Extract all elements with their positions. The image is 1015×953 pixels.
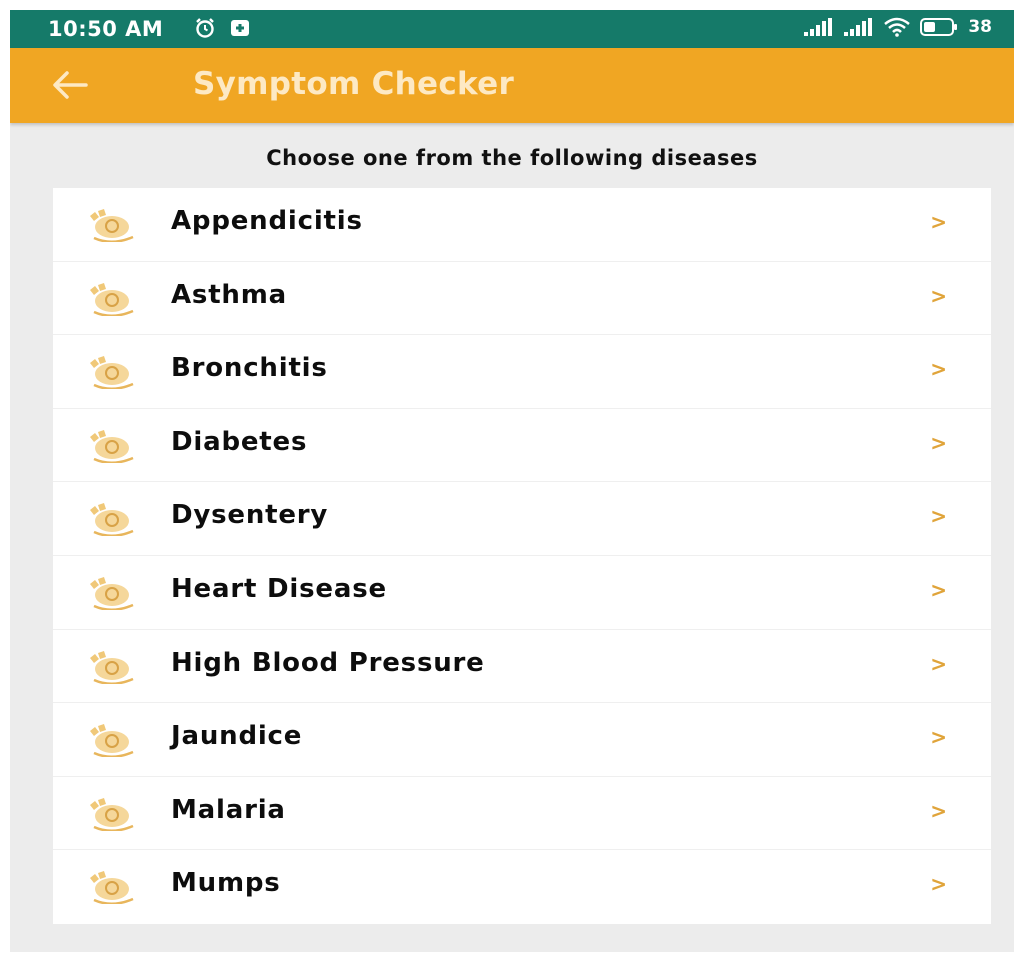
list-item-diabetes[interactable]: Diabetes > [53, 409, 991, 483]
list-item-mumps[interactable]: Mumps > [53, 850, 991, 924]
list-item-appendicitis[interactable]: Appendicitis > [53, 188, 991, 262]
list-item-heart-disease[interactable]: Heart Disease > [53, 556, 991, 630]
medical-badge-icon [90, 650, 134, 684]
medical-badge-icon [90, 282, 134, 316]
battery-percent: 38 [968, 17, 992, 37]
page-title: Symptom Checker [193, 66, 515, 102]
disease-label: Asthma [171, 279, 287, 310]
disease-label: High Blood Pressure [171, 647, 485, 678]
alarm-clock-icon [196, 18, 214, 38]
medical-badge-icon [90, 503, 134, 537]
disease-label: Bronchitis [171, 353, 328, 384]
battery-icon [920, 18, 958, 36]
list-item-high-blood-pressure[interactable]: High Blood Pressure > [53, 630, 991, 704]
medical-badge-icon [90, 871, 134, 905]
chevron-right-icon: > [930, 283, 947, 308]
arrow-left-icon[interactable] [50, 68, 90, 102]
disease-label: Heart Disease [171, 573, 387, 604]
chevron-right-icon: > [930, 725, 947, 750]
disease-label: Malaria [171, 794, 286, 825]
medical-badge-icon [90, 576, 134, 610]
phone-screen: 10:50 AM 38 Symptom Checker Choose one f… [10, 10, 1014, 952]
chevron-right-icon: > [930, 357, 947, 382]
list-item-jaundice[interactable]: Jaundice > [53, 703, 991, 777]
chevron-right-icon: > [930, 798, 947, 823]
list-item-bronchitis[interactable]: Bronchitis > [53, 335, 991, 409]
chevron-right-icon: > [930, 504, 947, 529]
disease-label: Mumps [171, 868, 281, 899]
chevron-right-icon: > [930, 210, 947, 234]
wifi-icon [884, 17, 911, 37]
status-right-icons: 38 [804, 17, 992, 37]
list-item-asthma[interactable]: Asthma > [53, 262, 991, 336]
disease-label: Dysentery [171, 500, 329, 531]
disease-label: Diabetes [171, 426, 308, 457]
status-bar: 10:50 AM 38 [10, 10, 1014, 48]
disease-list: Appendicitis > Asthma > Bronchitis > Dia… [53, 188, 991, 924]
list-item-dysentery[interactable]: Dysentery > [53, 482, 991, 556]
notification-icon [231, 20, 249, 36]
medical-badge-icon [90, 724, 134, 758]
medical-badge-icon [90, 209, 134, 242]
status-left-icons [194, 17, 250, 39]
signal-strength-1-icon [804, 18, 833, 36]
chevron-right-icon: > [930, 651, 947, 676]
medical-badge-icon [90, 429, 134, 463]
disease-label: Appendicitis [171, 206, 363, 236]
signal-strength-2-icon [844, 18, 873, 36]
medical-badge-icon [90, 797, 134, 831]
status-time: 10:50 AM [48, 17, 164, 41]
medical-badge-icon [90, 356, 134, 390]
list-item-malaria[interactable]: Malaria > [53, 777, 991, 851]
chevron-right-icon: > [930, 430, 947, 455]
chevron-right-icon: > [930, 872, 947, 897]
instruction-text: Choose one from the following diseases [266, 146, 758, 170]
app-bar: Symptom Checker [10, 48, 1014, 123]
chevron-right-icon: > [930, 577, 947, 602]
disease-label: Jaundice [171, 721, 303, 752]
